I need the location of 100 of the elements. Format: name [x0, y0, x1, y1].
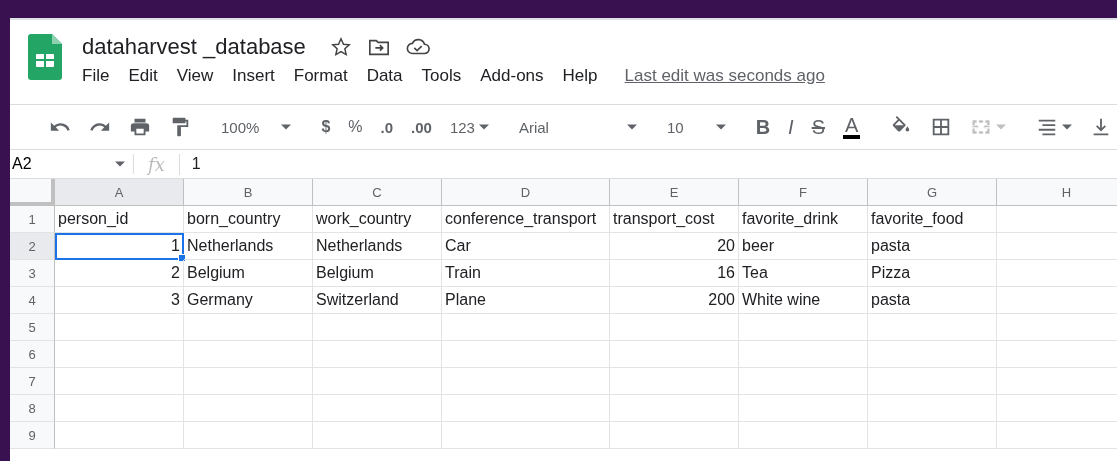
zoom-dropdown[interactable]: 100% — [215, 114, 298, 140]
table-cell[interactable]: Netherlands — [313, 233, 442, 260]
table-cell[interactable]: 1 — [55, 233, 184, 260]
row-header[interactable]: 2 — [10, 233, 55, 260]
currency-button[interactable]: $ — [315, 114, 337, 140]
row-header[interactable]: 6 — [10, 341, 55, 368]
text-color-button[interactable]: A — [837, 111, 867, 143]
empty-cell[interactable] — [313, 368, 442, 395]
star-icon[interactable] — [329, 36, 352, 58]
decrease-decimals-button[interactable]: .0 — [374, 114, 400, 140]
table-cell[interactable]: pasta — [868, 287, 997, 314]
table-cell[interactable]: Netherlands — [184, 233, 313, 260]
bold-button[interactable]: B — [749, 111, 777, 143]
row-header[interactable]: 4 — [10, 287, 55, 314]
menu-item[interactable]: Edit — [128, 66, 158, 86]
menu-item[interactable]: File — [82, 66, 110, 86]
table-cell[interactable]: person_id — [55, 206, 184, 233]
table-cell[interactable]: born_country — [184, 206, 313, 233]
empty-cell[interactable] — [442, 395, 610, 422]
table-cell[interactable]: conference_transport — [442, 206, 610, 233]
empty-cell[interactable] — [442, 314, 610, 341]
table-cell[interactable]: 200 — [610, 287, 739, 314]
column-header[interactable]: B — [184, 179, 313, 206]
table-cell[interactable]: pasta — [868, 233, 997, 260]
row-header[interactable]: 5 — [10, 314, 55, 341]
percent-button[interactable]: % — [342, 114, 369, 140]
table-cell[interactable]: Plane — [442, 287, 610, 314]
empty-cell[interactable] — [610, 368, 739, 395]
name-box[interactable]: A2 — [10, 154, 134, 174]
column-header[interactable]: D — [442, 179, 610, 206]
empty-cell[interactable] — [442, 422, 610, 449]
empty-cell[interactable] — [868, 341, 997, 368]
column-header[interactable]: G — [868, 179, 997, 206]
empty-cell[interactable] — [868, 314, 997, 341]
row-header[interactable]: 3 — [10, 260, 55, 287]
select-all-corner[interactable] — [10, 179, 55, 206]
menu-item[interactable]: Format — [293, 66, 348, 86]
table-cell[interactable]: 20 — [610, 233, 739, 260]
row-header[interactable]: 7 — [10, 368, 55, 395]
menu-item[interactable]: View — [176, 66, 214, 86]
empty-cell[interactable] — [739, 422, 868, 449]
empty-cell[interactable] — [610, 341, 739, 368]
fill-handle[interactable] — [178, 254, 186, 262]
empty-cell[interactable] — [184, 314, 313, 341]
strikethrough-button[interactable]: S — [805, 111, 831, 143]
empty-cell[interactable] — [739, 395, 868, 422]
column-header[interactable]: H — [997, 179, 1117, 206]
table-cell[interactable]: favorite_food — [868, 206, 997, 233]
empty-cell[interactable] — [610, 422, 739, 449]
empty-cell[interactable] — [739, 368, 868, 395]
menu-item[interactable]: Data — [366, 66, 403, 86]
table-cell[interactable]: favorite_drink — [739, 206, 868, 233]
increase-decimals-button[interactable]: .00 — [405, 114, 438, 140]
column-header[interactable]: A — [55, 179, 184, 206]
table-cell[interactable]: Belgium — [184, 260, 313, 287]
menu-item[interactable]: Add-ons — [480, 66, 544, 86]
table-cell[interactable]: 16 — [610, 260, 739, 287]
table-cell[interactable]: Pizza — [868, 260, 997, 287]
table-cell[interactable]: work_country — [313, 206, 442, 233]
more-formats-dropdown[interactable]: 123 — [443, 114, 495, 140]
menu-item[interactable]: Insert — [232, 66, 275, 86]
table-cell[interactable]: Switzerland — [313, 287, 442, 314]
row-header[interactable]: 9 — [10, 422, 55, 449]
empty-cell[interactable] — [184, 422, 313, 449]
move-folder-icon[interactable] — [367, 37, 390, 57]
table-cell[interactable]: White wine — [739, 287, 868, 314]
menu-item[interactable]: Tools — [421, 66, 462, 86]
table-cell[interactable]: beer — [739, 233, 868, 260]
font-size-dropdown[interactable]: 10 — [660, 114, 732, 140]
empty-cell[interactable] — [313, 422, 442, 449]
empty-cell[interactable] — [184, 341, 313, 368]
table-cell[interactable]: 2 — [55, 260, 184, 287]
table-cell[interactable]: Germany — [184, 287, 313, 314]
formula-field[interactable]: 1 — [179, 155, 201, 173]
table-cell[interactable]: transport_cost — [610, 206, 739, 233]
empty-cell[interactable] — [868, 395, 997, 422]
table-cell[interactable]: Belgium — [313, 260, 442, 287]
font-dropdown[interactable]: Arial — [512, 114, 643, 140]
table-cell[interactable]: Train — [442, 260, 610, 287]
empty-cell[interactable] — [313, 395, 442, 422]
empty-cell[interactable] — [184, 395, 313, 422]
column-header[interactable]: F — [739, 179, 868, 206]
document-title[interactable]: dataharvest _database — [82, 34, 306, 60]
empty-cell[interactable] — [739, 314, 868, 341]
empty-cell[interactable] — [868, 368, 997, 395]
row-header[interactable]: 8 — [10, 395, 55, 422]
empty-cell[interactable] — [184, 368, 313, 395]
column-header[interactable]: C — [313, 179, 442, 206]
empty-cell[interactable] — [442, 368, 610, 395]
empty-cell[interactable] — [313, 341, 442, 368]
column-header[interactable]: E — [610, 179, 739, 206]
empty-cell[interactable] — [610, 314, 739, 341]
italic-button[interactable]: I — [782, 111, 800, 143]
empty-cell[interactable] — [442, 341, 610, 368]
empty-cell[interactable] — [313, 314, 442, 341]
empty-cell[interactable] — [739, 341, 868, 368]
empty-cell[interactable] — [868, 422, 997, 449]
table-cell[interactable]: 3 — [55, 287, 184, 314]
cloud-check-icon[interactable] — [405, 38, 430, 56]
last-edit-link[interactable]: Last edit was seconds ago — [624, 66, 825, 86]
